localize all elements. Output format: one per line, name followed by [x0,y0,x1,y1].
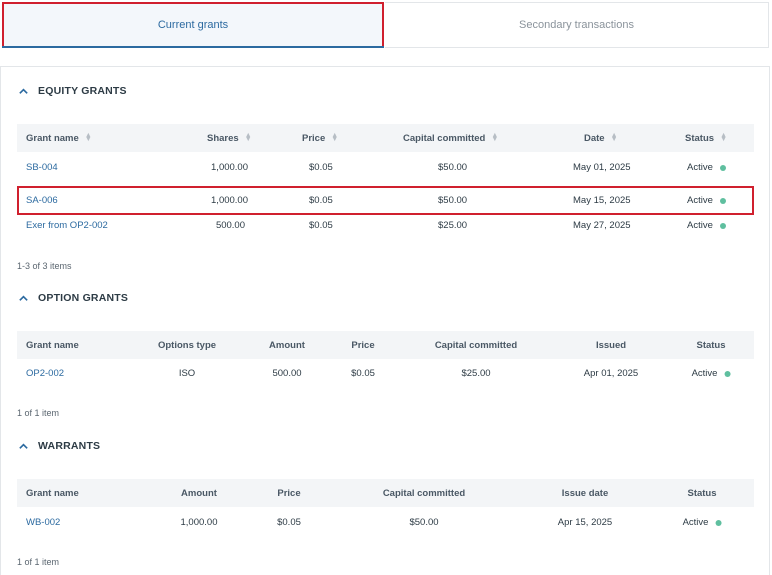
status-cell: Active [687,188,726,213]
table-row[interactable]: WB-002 1,000.00 $0.05 $50.00 Apr 15, 202… [17,508,754,537]
price-cell: $0.05 [309,162,333,173]
price-cell: $0.05 [351,368,375,379]
status-active-dot-icon [715,519,722,526]
section-title: OPTION GRANTS [38,292,129,304]
tab-current-grants[interactable]: Current grants [2,2,384,48]
status-active-dot-icon [724,370,731,377]
equity-grants-toggle[interactable]: EQUITY GRANTS [18,85,127,97]
status-cell: Active [687,153,726,182]
chevron-up-icon [19,87,28,94]
chevron-up-icon [19,442,28,449]
grant-name-link[interactable]: SB-004 [26,153,58,182]
grants-panel: EQUITY GRANTS Grant name ▲ ▼ Shares ▲ ▼ Pric… [0,66,770,575]
column-header-capital-committed[interactable]: Capital committed [435,331,517,359]
pagination-count: 1 of 1 item [17,557,60,567]
column-header-status[interactable]: Status ▲ ▼ [685,124,727,152]
column-header-amount[interactable]: Amount [269,331,305,359]
status-cell: Active [687,211,726,240]
column-header-grant-name[interactable]: Grant name [26,331,79,359]
price-cell: $0.05 [309,220,333,231]
sort-icon: ▲ ▼ [491,132,499,143]
capital-cell: $25.00 [461,368,491,379]
amount-cell: 500.00 [272,368,302,379]
table-row[interactable]: SB-004 1,000.00 $0.05 $50.00 May 01, 202… [17,153,754,182]
options-type-cell: ISO [178,368,196,379]
price-cell: $0.05 [309,195,333,206]
section-title: WARRANTS [38,440,101,452]
capital-cell: $50.00 [409,517,439,528]
column-header-shares[interactable]: Shares ▲ ▼ [207,124,252,152]
capital-cell: $25.00 [438,220,468,231]
capital-cell: $50.00 [438,195,468,206]
column-header-issued[interactable]: Issued [596,331,626,359]
status-cell: Active [692,359,731,388]
column-header-price[interactable]: Price [277,479,300,507]
sort-icon: ▲ ▼ [244,132,252,143]
shares-cell: 500.00 [215,220,245,231]
sort-icon: ▲ ▼ [84,132,92,143]
price-cell: $0.05 [277,517,301,528]
active-tab-indicator [2,46,384,48]
column-header-status[interactable]: Status [696,331,725,359]
option-grants-toggle[interactable]: OPTION GRANTS [18,292,128,304]
equity-table-header: Grant name ▲ ▼ Shares ▲ ▼ Price ▲ ▼ Capital co… [17,124,754,152]
sort-icon: ▲ ▼ [610,132,618,143]
column-header-grant-name[interactable]: Grant name ▲ ▼ [26,124,92,152]
capital-cell: $50.00 [438,162,468,173]
pagination-count: 1 of 1 item [17,408,60,418]
sort-icon: ▲ ▼ [331,132,339,143]
issued-cell: Apr 01, 2025 [583,368,639,379]
column-header-status[interactable]: Status [687,479,716,507]
pagination-count: 1-3 of 3 items [17,261,72,271]
issue-date-cell: Apr 15, 2025 [557,517,613,528]
date-cell: May 01, 2025 [573,162,631,173]
options-table-header: Grant name Options type Amount Price Cap… [17,331,754,359]
grant-name-link[interactable]: OP2-002 [26,359,64,388]
warrants-table-header: Grant name Amount Price Capital committe… [17,479,754,507]
chevron-up-icon [19,294,28,301]
column-header-grant-name[interactable]: Grant name [26,479,79,507]
table-row[interactable]: OP2-002 ISO 500.00 $0.05 $25.00 Apr 01, … [17,359,754,388]
column-header-issue-date[interactable]: Issue date [562,479,608,507]
tab-secondary-transactions[interactable]: Secondary transactions [385,2,769,48]
table-row[interactable]: Exer from OP2-002 500.00 $0.05 $25.00 Ma… [17,211,754,240]
sort-icon: ▲ ▼ [720,132,728,143]
column-header-price[interactable]: Price [351,331,374,359]
column-header-options-type[interactable]: Options type [158,331,216,359]
column-header-capital-committed[interactable]: Capital committed [383,479,465,507]
tab-bar: Current grants Secondary transactions [0,0,772,50]
status-active-dot-icon [719,164,726,171]
column-header-date[interactable]: Date ▲ ▼ [584,124,618,152]
column-header-amount[interactable]: Amount [181,479,217,507]
status-active-dot-icon [719,197,726,204]
shares-cell: 1,000.00 [211,195,248,206]
column-header-price[interactable]: Price ▲ ▼ [302,124,338,152]
grant-name-link[interactable]: WB-002 [26,508,60,537]
status-cell: Active [683,508,722,537]
status-active-dot-icon [719,222,726,229]
shares-cell: 1,000.00 [211,162,248,173]
date-cell: May 27, 2025 [573,220,631,231]
column-header-capital-committed[interactable]: Capital committed ▲ ▼ [403,124,498,152]
date-cell: May 15, 2025 [573,195,631,206]
section-title: EQUITY GRANTS [38,85,127,97]
amount-cell: 1,000.00 [180,517,218,528]
grant-name-link[interactable]: SA-006 [26,188,58,213]
grant-name-link[interactable]: Exer from OP2-002 [26,211,108,240]
warrants-toggle[interactable]: WARRANTS [18,440,100,452]
